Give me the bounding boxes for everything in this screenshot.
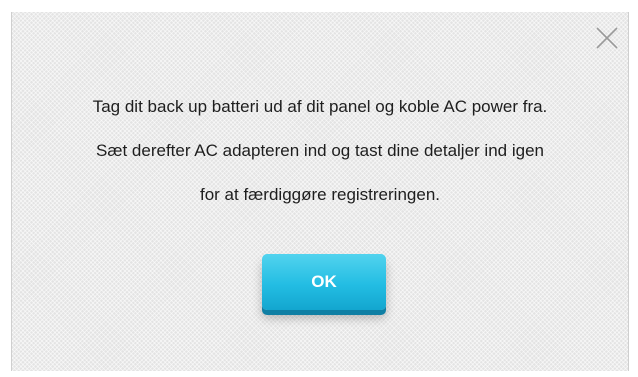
close-icon [596, 27, 618, 49]
message-line: Sæt derefter AC adapteren ind og tast di… [96, 141, 544, 160]
message-line: Tag dit back up batteri ud af dit panel … [92, 97, 548, 116]
ok-button[interactable]: OK [262, 254, 386, 310]
message-line: for at færdiggøre registreringen. [200, 185, 440, 204]
registration-dialog: Tag dit back up batteri ud af dit panel … [11, 12, 629, 371]
close-button[interactable] [595, 26, 619, 50]
dialog-message: Tag dit back up batteri ud af dit panel … [12, 96, 628, 228]
